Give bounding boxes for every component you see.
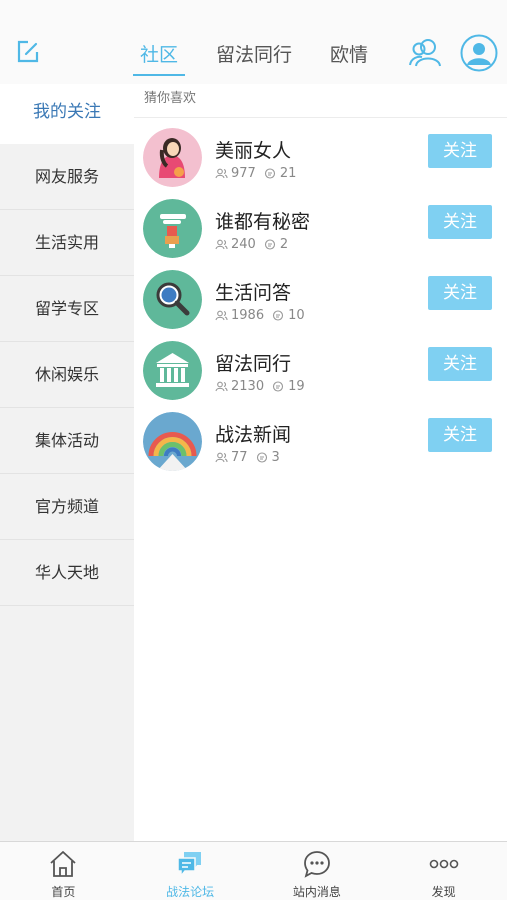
tab-community[interactable]: 社区	[133, 40, 185, 76]
nav-label: 首页	[51, 885, 76, 899]
forum-name: 生活问答	[215, 282, 292, 304]
post-count: 21	[279, 166, 297, 181]
tab-community-label: 社区	[139, 44, 178, 66]
nav-label: 站内消息	[292, 885, 341, 899]
posts-icon	[264, 168, 275, 179]
posts-icon	[273, 310, 284, 321]
woman-portrait-icon	[143, 128, 202, 187]
category-sidebar: 我的关注 网友服务 生活实用 留学专区 休闲娱乐 集体活动 官方频道 华人天地	[0, 84, 134, 841]
forum-name: 美丽女人	[215, 140, 292, 162]
members-icon	[215, 452, 228, 463]
posts-icon	[256, 452, 267, 463]
post-count: 2	[279, 237, 289, 252]
forum-chat-icon	[177, 852, 202, 879]
magnifier-icon	[143, 270, 202, 329]
sidebar-item-life-practical[interactable]: 生活实用	[0, 210, 134, 276]
member-count: 240	[231, 237, 256, 252]
list-item[interactable]: 生活问答 1986 10 关注	[134, 260, 507, 331]
rainbow-icon	[143, 412, 202, 471]
list-item[interactable]: 战法新闻 77 3 关注	[134, 402, 507, 473]
member-count: 977	[231, 166, 256, 181]
friends-icon[interactable]	[408, 36, 444, 70]
sidebar-item-my-follows[interactable]: 我的关注	[0, 84, 134, 144]
posts-icon	[264, 239, 275, 250]
forum-stats: 1986 10	[215, 308, 305, 323]
sidebar-item-label: 生活实用	[34, 233, 99, 252]
members-icon	[215, 310, 228, 321]
tab-europe-news[interactable]: 欧情	[329, 40, 369, 76]
member-count: 2130	[231, 379, 265, 394]
forum-name: 谁都有秘密	[215, 211, 311, 233]
nav-discover[interactable]: 发现	[380, 842, 507, 900]
members-icon	[215, 168, 228, 179]
tab-study-in-france[interactable]: 留法同行	[214, 40, 294, 76]
forum-name: 战法新闻	[215, 424, 292, 446]
sidebar-item-leisure[interactable]: 休闲娱乐	[0, 342, 134, 408]
post-count: 19	[288, 379, 305, 394]
list-item[interactable]: 留法同行 2130 19 关注	[134, 331, 507, 402]
follow-button[interactable]: 关注	[428, 134, 492, 168]
follow-button[interactable]: 关注	[428, 205, 492, 239]
follow-button[interactable]: 关注	[428, 347, 492, 381]
posts-icon	[273, 381, 284, 392]
member-count: 1986	[231, 308, 265, 323]
user-avatar-icon[interactable]	[460, 34, 498, 72]
museum-icon	[143, 341, 202, 400]
compose-icon[interactable]	[14, 38, 42, 66]
list-item[interactable]: 美丽女人 977 21 关注	[134, 118, 507, 189]
nav-label: 发现	[431, 885, 456, 899]
section-title: 猜你喜欢	[134, 84, 507, 118]
sidebar-item-label: 华人天地	[34, 563, 99, 582]
active-tab-indicator	[133, 74, 185, 76]
nav-messages[interactable]: 站内消息	[254, 842, 381, 900]
members-icon	[215, 239, 228, 250]
nav-label: 战法论坛	[166, 885, 215, 899]
forum-stats: 2130 19	[215, 379, 305, 394]
sidebar-item-label: 休闲娱乐	[34, 365, 99, 384]
sidebar-item-group-activities[interactable]: 集体活动	[0, 408, 134, 474]
sidebar-item-label: 留学专区	[34, 299, 99, 318]
list-item[interactable]: 谁都有秘密 240 2 关注	[134, 189, 507, 260]
top-navigation-bar: 社区 留法同行 欧情	[0, 0, 507, 84]
forum-list-panel: 猜你喜欢 美丽女人 977 21 关注 谁都有秘密 240 2 关注 生活问答 …	[134, 84, 507, 841]
sidebar-item-study-abroad[interactable]: 留学专区	[0, 276, 134, 342]
nav-forum[interactable]: 战法论坛	[127, 842, 254, 900]
sidebar-item-label: 网友服务	[34, 167, 99, 186]
sidebar-item-label: 集体活动	[34, 431, 99, 450]
tab-europe-news-label: 欧情	[329, 44, 368, 66]
post-count: 10	[288, 308, 305, 323]
forum-name: 留法同行	[215, 353, 292, 375]
members-icon	[215, 381, 228, 392]
forum-stats: 77 3	[215, 450, 280, 465]
sidebar-item-label: 我的关注	[33, 102, 101, 122]
bottom-tab-bar: 首页 战法论坛 站内消息 发现	[0, 841, 507, 900]
message-bubble-icon	[303, 851, 330, 878]
sidebar-item-official-channel[interactable]: 官方频道	[0, 474, 134, 540]
member-count: 77	[231, 450, 248, 465]
secret-box-icon	[143, 199, 202, 258]
follow-button[interactable]: 关注	[428, 418, 492, 452]
sidebar-item-netizen-service[interactable]: 网友服务	[0, 144, 134, 210]
sidebar-item-chinese-world[interactable]: 华人天地	[0, 540, 134, 606]
sidebar-item-label: 官方频道	[34, 497, 99, 516]
more-dots-icon	[429, 859, 458, 869]
tab-study-in-france-label: 留法同行	[215, 44, 292, 66]
forum-stats: 977 21	[215, 166, 296, 181]
forum-stats: 240 2	[215, 237, 288, 252]
follow-button[interactable]: 关注	[428, 276, 492, 310]
nav-home[interactable]: 首页	[0, 842, 127, 900]
home-icon	[50, 851, 76, 877]
post-count: 3	[271, 450, 280, 465]
